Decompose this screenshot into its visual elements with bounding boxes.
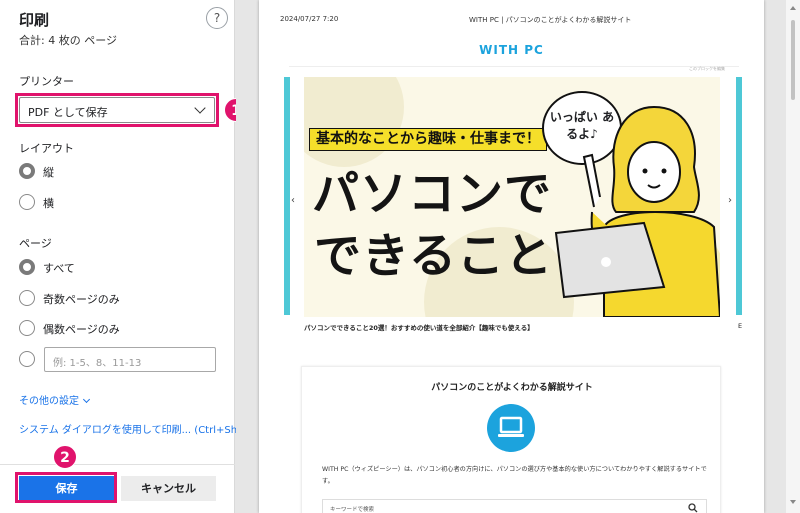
scroll-down-arrow-icon[interactable]: [790, 500, 796, 504]
carousel-prev-slide: [284, 77, 290, 315]
dialog-title: 印刷: [19, 11, 50, 29]
hero-headline-2: できること: [314, 229, 554, 284]
girl-with-laptop-illustration: [554, 105, 720, 317]
card-description: WITH PC（ウィズピーシー）は、パソコン初心者の方向けに、パソコンの選び方や…: [322, 466, 707, 485]
radio-icon[interactable]: [19, 320, 35, 336]
pages-odd-label: 奇数ページのみ: [43, 293, 120, 306]
pages-even-label: 偶数ページのみ: [43, 323, 120, 336]
site-intro-card: パソコンのことがよくわかる解説サイト WITH PC（ウィズピーシー）は、パソコ…: [301, 366, 721, 513]
radio-selected-icon[interactable]: [19, 163, 35, 179]
pages-all-label: すべて: [43, 262, 75, 275]
highlight-frame-printer: [15, 93, 219, 127]
custom-pages-input[interactable]: 例: 1-5、8、11-13: [44, 347, 216, 372]
decor-circle: [304, 77, 404, 167]
print-settings-panel: 印刷 合計: 4 枚の ページ ? プリンター PDF として保存 1 レイアウ…: [0, 0, 265, 513]
step-badge-2: 2: [53, 445, 77, 469]
more-settings-label: その他の設定: [19, 396, 79, 407]
hero-headline-1: パソコンで: [312, 167, 552, 222]
post-caption-next: E: [738, 322, 743, 330]
carousel-next-slide: [736, 77, 742, 315]
preview-scrollbar[interactable]: [786, 0, 800, 513]
hero-banner: 基本的なことから趣味・仕事まで！: [309, 128, 547, 151]
hero-image: 基本的なことから趣味・仕事まで！ パソコンで できること いっぱい あるよ♪: [304, 77, 720, 317]
radio-icon[interactable]: [19, 290, 35, 306]
chevron-down-icon: [82, 395, 91, 404]
system-dialog-link[interactable]: システム ダイアログを使用して印刷... (Ctrl+Shift+P): [19, 421, 265, 436]
divider: [0, 464, 235, 465]
card-title: パソコンのことがよくわかる解説サイト: [431, 383, 593, 393]
radio-selected-icon[interactable]: [19, 259, 35, 275]
chevron-right-icon: ›: [728, 195, 732, 206]
pages-label: ページ: [19, 237, 52, 250]
printer-label: プリンター: [19, 75, 74, 88]
site-search-input: キーワードで検索: [322, 499, 707, 513]
post-caption: パソコンでできること20選！おすすめの使い道を全部紹介【趣味でも使える】: [304, 324, 534, 332]
layout-label: レイアウト: [19, 142, 74, 155]
radio-icon[interactable]: [19, 194, 35, 210]
page-count: 合計: 4 枚の ページ: [19, 34, 117, 47]
help-icon[interactable]: ?: [206, 7, 228, 29]
laptop-icon: [487, 404, 535, 452]
layout-landscape-label: 横: [43, 197, 54, 210]
scrollbar-thumb[interactable]: [791, 20, 795, 100]
edit-block-note: このブロックを編集: [689, 66, 725, 71]
search-icon: [688, 503, 698, 513]
site-search-placeholder: キーワードで検索: [330, 507, 375, 513]
print-date: 2024/07/27 7:20: [280, 15, 339, 23]
divider: [289, 66, 739, 67]
layout-portrait-label: 縦: [43, 166, 54, 179]
more-settings-link[interactable]: その他の設定: [19, 392, 91, 407]
preview-page: 2024/07/27 7:20 WITH PC | パソコンのことがよくわかる解…: [259, 0, 764, 513]
chevron-left-icon: ‹: [291, 195, 295, 206]
highlight-frame-save: [15, 472, 117, 503]
print-preview-area[interactable]: 2024/07/27 7:20 WITH PC | パソコンのことがよくわかる解…: [236, 0, 786, 513]
scroll-up-arrow-icon[interactable]: [790, 6, 796, 10]
page-header-title: WITH PC | パソコンのことがよくわかる解説サイト: [469, 16, 632, 24]
site-logo: WITH PC: [479, 43, 544, 57]
radio-icon[interactable]: [19, 351, 35, 367]
cancel-button[interactable]: キャンセル: [121, 476, 216, 501]
